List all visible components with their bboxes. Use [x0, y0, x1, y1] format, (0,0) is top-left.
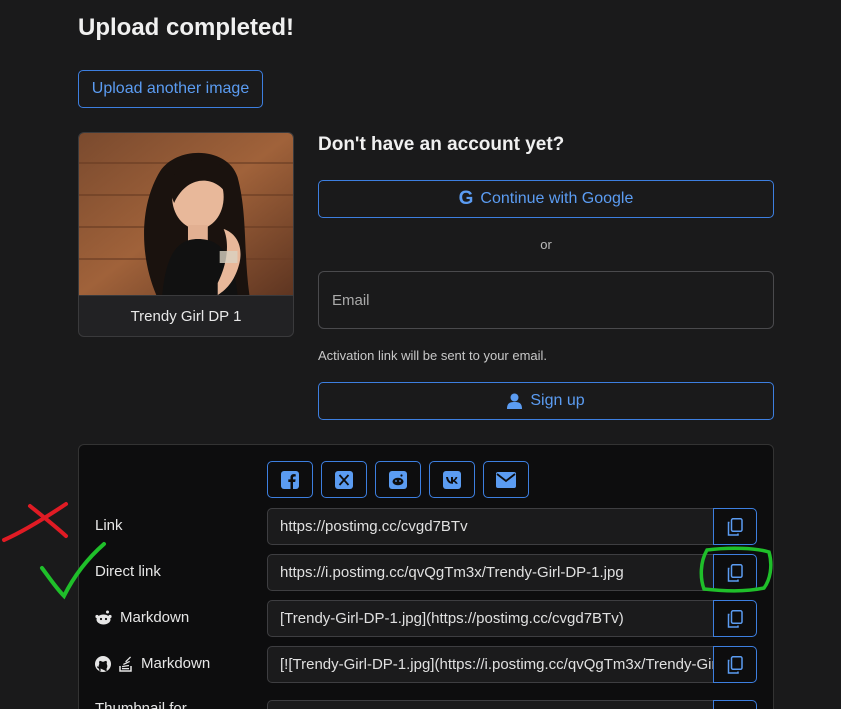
- copy-link-button[interactable]: [713, 508, 757, 545]
- copy-markdown-reddit-button[interactable]: [713, 600, 757, 637]
- share-facebook-button[interactable]: [267, 461, 313, 498]
- uploaded-image-thumbnail[interactable]: [79, 133, 293, 295]
- markdown-github-label: Markdown: [95, 655, 210, 672]
- sign-up-label: Sign up: [530, 392, 585, 409]
- copy-icon: [727, 655, 743, 674]
- direct-link-label: Direct link: [95, 563, 161, 580]
- google-button-label: Continue with Google: [480, 190, 634, 207]
- reddit-icon: [95, 610, 112, 625]
- row-label-text: Link: [95, 517, 123, 534]
- stackoverflow-icon: [119, 655, 133, 672]
- row-label-text: Direct link: [95, 563, 161, 580]
- facebook-icon: [281, 470, 299, 489]
- copy-icon: [727, 517, 743, 536]
- share-x-button[interactable]: [321, 461, 367, 498]
- user-icon: [507, 393, 523, 409]
- share-vk-button[interactable]: [429, 461, 475, 498]
- share-reddit-button[interactable]: [375, 461, 421, 498]
- page-title: Upload completed!: [78, 14, 295, 41]
- thumbnail-field[interactable]: [267, 700, 714, 709]
- github-icon: [95, 655, 111, 672]
- account-prompt-title: Don't have an account yet?: [318, 134, 565, 155]
- or-divider: or: [540, 237, 552, 252]
- image-card[interactable]: Trendy Girl DP 1: [78, 132, 294, 337]
- link-field[interactable]: https://postimg.cc/cvgd7BTv: [267, 508, 714, 545]
- copy-thumbnail-button[interactable]: [713, 700, 757, 709]
- copy-icon: [727, 609, 743, 628]
- email-icon: [496, 471, 516, 488]
- link-label: Link: [95, 517, 123, 534]
- row-label-text: Thumbnail for: [95, 700, 187, 709]
- markdown-github-field[interactable]: [![Trendy-Girl-DP-1.jpg](https://i.posti…: [267, 646, 714, 683]
- copy-markdown-github-button[interactable]: [713, 646, 757, 683]
- row-label-text: Markdown: [120, 609, 190, 626]
- thumbnail-label: Thumbnail for: [95, 700, 187, 709]
- copy-icon: [727, 563, 743, 582]
- markdown-reddit-label: Markdown: [95, 609, 189, 626]
- share-email-button[interactable]: [483, 461, 529, 498]
- image-caption: Trendy Girl DP 1: [79, 295, 293, 336]
- row-label-text: Markdown: [141, 655, 211, 672]
- reddit-icon: [389, 470, 407, 489]
- google-icon: G: [458, 188, 474, 209]
- sign-up-button[interactable]: Sign up: [318, 382, 774, 420]
- direct-link-field[interactable]: https://i.postimg.cc/qvQgTm3x/Trendy-Gir…: [267, 554, 714, 591]
- email-field[interactable]: [318, 271, 774, 329]
- copy-direct-link-button[interactable]: [713, 554, 757, 591]
- upload-another-button[interactable]: Upload another image: [78, 70, 263, 108]
- activation-note: Activation link will be sent to your ema…: [318, 348, 548, 363]
- x-icon: [335, 470, 353, 489]
- markdown-reddit-field[interactable]: [Trendy-Girl-DP-1.jpg](https://postimg.c…: [267, 600, 714, 637]
- continue-with-google-button[interactable]: G Continue with Google: [318, 180, 774, 218]
- vk-icon: [443, 470, 461, 489]
- red-cross-mark: [2, 502, 68, 542]
